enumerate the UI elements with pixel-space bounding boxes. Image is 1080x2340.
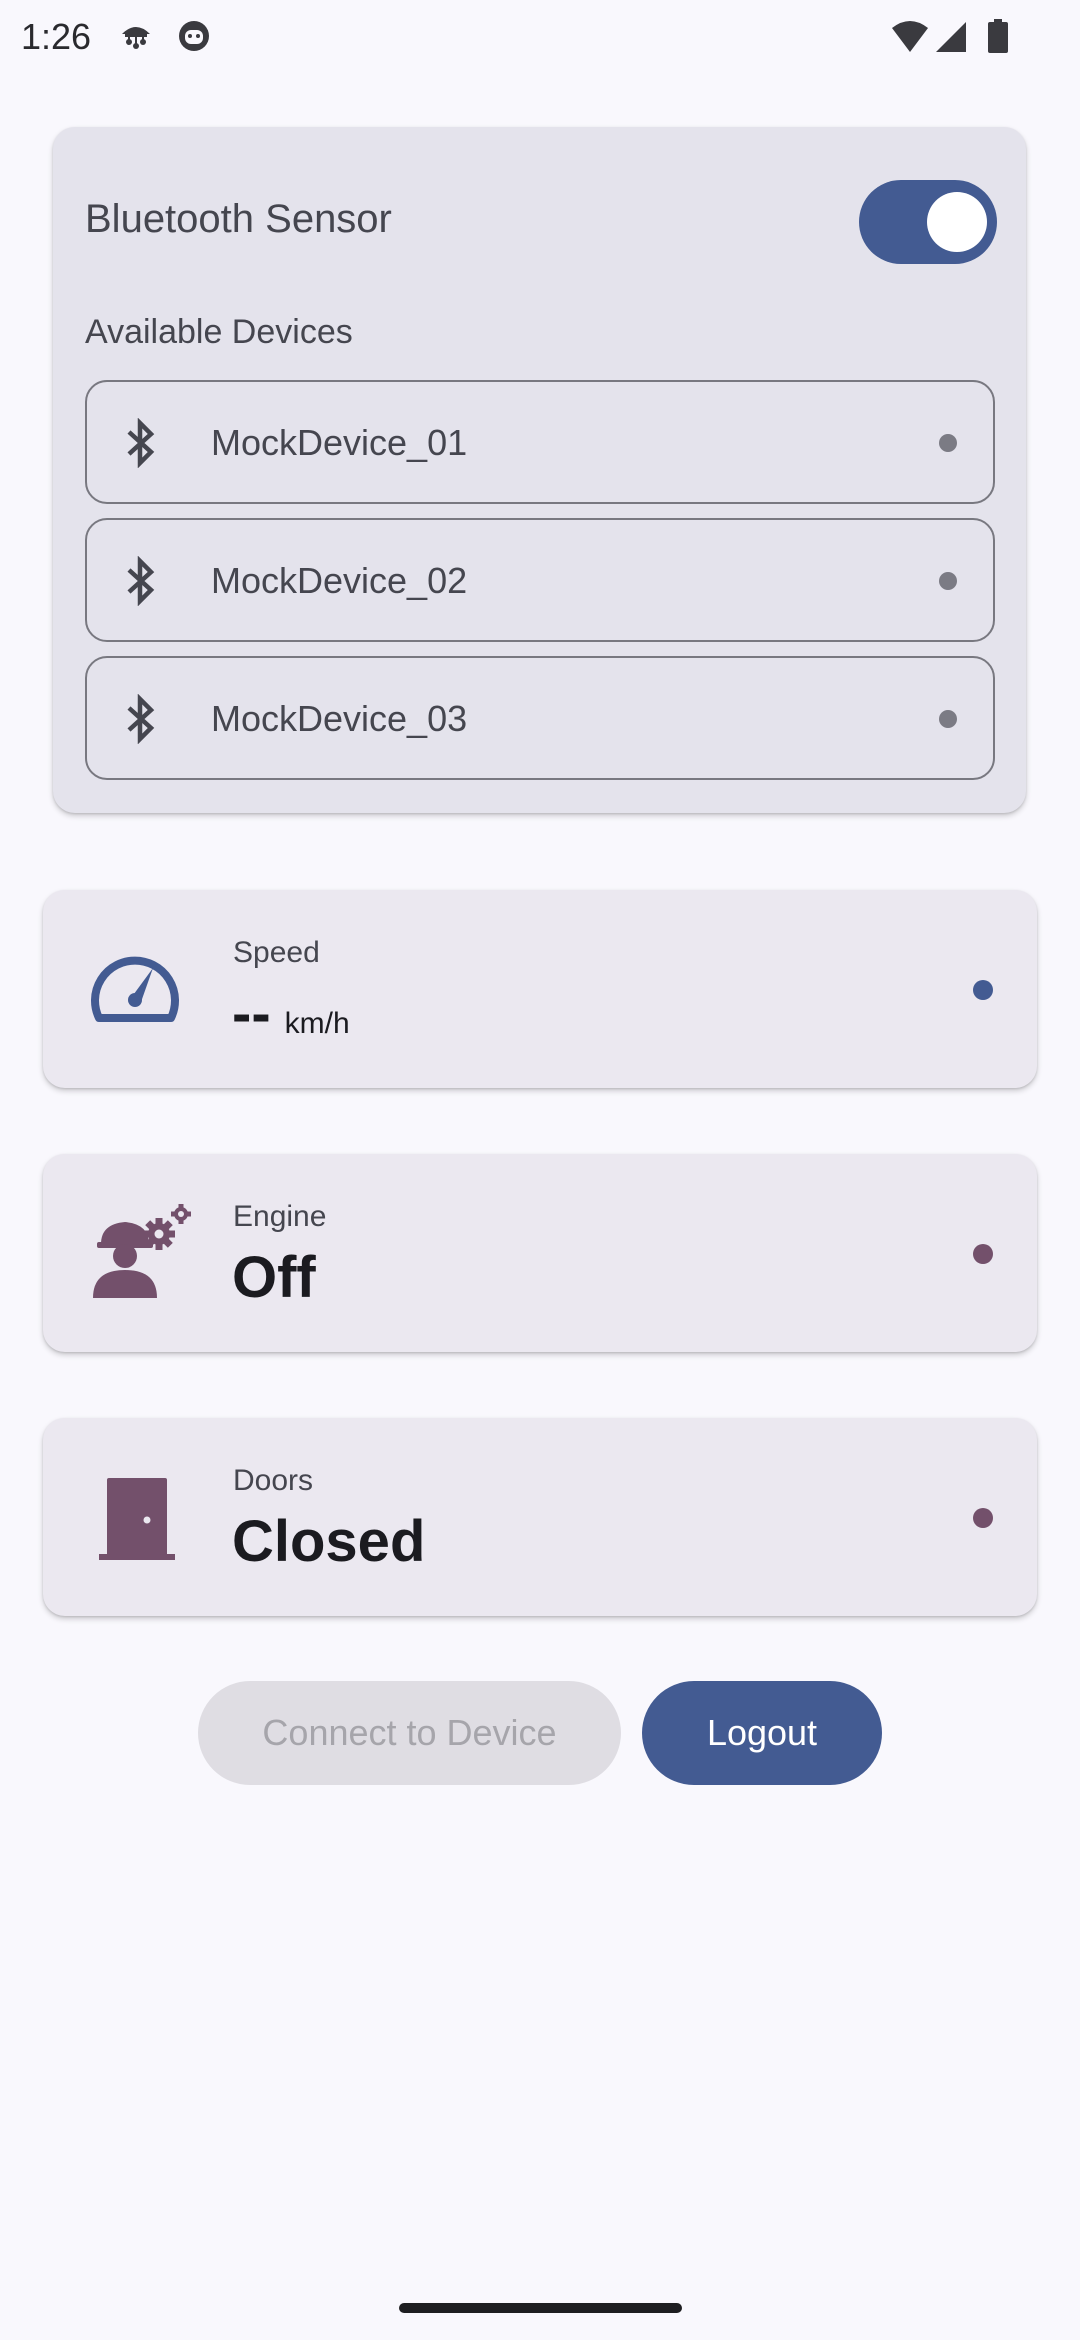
doors-status-dot [973,1508,993,1528]
speed-number: -- [232,981,271,1046]
battery-icon [986,18,1010,59]
bluetooth-card: Bluetooth Sensor Available Devices MockD… [53,127,1026,813]
engine-value: Off [232,1245,316,1310]
device-item[interactable]: MockDevice_03 [85,656,995,780]
engine-label: Engine [233,1200,327,1233]
bluetooth-icon [123,417,159,473]
bluetooth-icon [123,555,159,611]
device-name: MockDevice_02 [211,560,468,601]
engineer-gear-icon [87,1204,191,1305]
status-bar: 1:26 [0,0,1080,76]
device-name: MockDevice_01 [211,422,468,463]
home-indicator[interactable] [399,2303,682,2313]
connect-to-device-button[interactable]: Connect to Device [198,1681,621,1785]
available-devices-heading: Available Devices [85,313,353,351]
speed-status-dot [973,980,993,1000]
device-item[interactable]: MockDevice_02 [85,518,995,642]
doors-label: Doors [233,1464,314,1497]
mushroom-notification-icon [118,18,154,59]
bluetooth-icon [123,693,159,749]
doors-card: Doors Closed [43,1418,1037,1616]
device-name: MockDevice_03 [211,698,468,739]
status-time: 1:26 [21,16,92,57]
wifi-icon [890,20,930,59]
speed-card: Speed -- km/h [43,890,1037,1088]
device-status-dot [939,710,957,728]
engine-status-dot [973,1244,993,1264]
cell-signal-icon [934,20,968,59]
bluetooth-title: Bluetooth Sensor [85,197,392,241]
speed-label: Speed [233,936,320,969]
device-status-dot [939,572,957,590]
device-item[interactable]: MockDevice_01 [85,380,995,504]
engine-card: Engine Off [43,1154,1037,1352]
door-icon [87,1468,183,1569]
doors-value: Closed [232,1509,426,1574]
android-notification-icon [176,18,212,59]
speed-unit: km/h [284,1007,350,1040]
logout-button[interactable]: Logout [642,1681,882,1785]
speed-value: -- km/h [232,980,350,1047]
app-screen: 1:26 Bluetooth Sensor Available Devices … [0,0,1080,2340]
device-status-dot [939,434,957,452]
toggle-thumb [927,192,987,252]
bluetooth-toggle[interactable] [859,180,997,264]
speedometer-icon [87,940,183,1041]
